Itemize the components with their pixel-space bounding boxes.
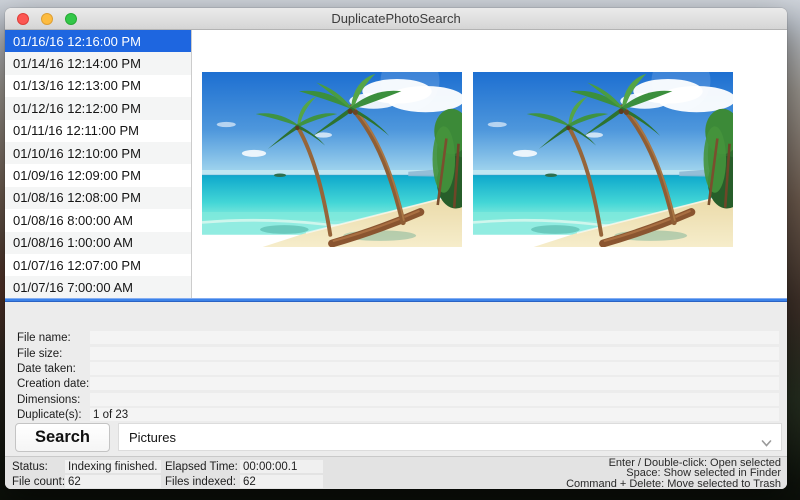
detail-value-field — [90, 393, 779, 406]
detail-value-field — [90, 362, 779, 375]
list-item[interactable]: 01/11/16 12:11:00 PM — [5, 120, 191, 142]
search-button[interactable]: Search — [15, 423, 110, 452]
detail-value-field — [90, 347, 779, 360]
duplicate-photo-left[interactable] — [202, 72, 462, 247]
list-item[interactable]: 01/12/16 12:12:00 PM — [5, 97, 191, 120]
elapsed-time-label: Elapsed Time: — [165, 460, 238, 473]
file-count-label: File count: — [12, 475, 66, 488]
list-item[interactable]: 01/07/16 12:07:00 PM — [5, 254, 191, 276]
detail-row-dimensions: Dimensions: — [17, 393, 779, 406]
files-indexed-value: 62 — [240, 475, 323, 488]
detail-row-creation-date: Creation date: — [17, 377, 779, 390]
detail-row-file-name: File name: — [17, 331, 779, 344]
list-item[interactable]: 01/14/16 12:14:00 PM — [5, 52, 191, 75]
status-value: Indexing finished. — [65, 460, 161, 473]
detail-label: Dimensions: — [17, 393, 81, 406]
detail-label: Creation date: — [17, 377, 90, 390]
keyboard-shortcuts-help: Enter / Double-click: Open selected Spac… — [566, 457, 781, 489]
list-item[interactable]: 01/16/16 12:16:00 PM — [5, 30, 191, 53]
list-item[interactable]: 01/08/16 1:00:00 AM — [5, 231, 191, 254]
list-item[interactable]: 01/10/16 12:10:00 PM — [5, 141, 191, 165]
desktop-wallpaper: DuplicatePhotoSearch 01/16/16 12:16:00 P… — [0, 0, 800, 500]
detail-label: Duplicate(s): — [17, 408, 82, 421]
close-button[interactable] — [17, 12, 29, 25]
minimize-button[interactable] — [41, 12, 53, 25]
duplicate-photo-right[interactable] — [473, 72, 733, 247]
detail-row-duplicates: Duplicate(s): 1 of 23 — [17, 408, 779, 421]
detail-value-field — [90, 331, 779, 344]
app-window: DuplicatePhotoSearch 01/16/16 12:16:00 P… — [5, 8, 787, 489]
list-item[interactable]: 01/13/16 12:13:00 PM — [5, 75, 191, 97]
traffic-lights — [17, 8, 77, 29]
list-item[interactable]: 01/07/16 7:00:00 AM — [5, 276, 191, 298]
folder-combobox-value: Pictures — [129, 429, 176, 445]
chevron-down-icon[interactable] — [761, 435, 772, 450]
list-item[interactable]: 01/09/16 12:09:00 PM — [5, 164, 191, 186]
detail-value-field: 1 of 23 — [90, 408, 779, 421]
duplicate-date-list[interactable]: 01/16/16 12:16:00 PM 01/14/16 12:14:00 P… — [5, 30, 192, 298]
title-bar[interactable]: DuplicatePhotoSearch — [5, 8, 787, 30]
list-item[interactable]: 01/08/16 8:00:00 AM — [5, 209, 191, 231]
status-bar: Status: Indexing finished. Elapsed Time:… — [5, 456, 787, 489]
detail-value-field — [90, 377, 779, 390]
window-title: DuplicatePhotoSearch — [331, 11, 461, 26]
shortcut-trash: Command + Delete: Move selected to Trash — [566, 477, 781, 489]
detail-row-date-taken: Date taken: — [17, 362, 779, 375]
list-item[interactable]: 01/08/16 12:08:00 PM — [5, 186, 191, 210]
detail-label: File size: — [17, 347, 63, 360]
detail-row-file-size: File size: — [17, 347, 779, 360]
detail-label: Date taken: — [17, 362, 76, 375]
files-indexed-label: Files indexed: — [165, 475, 236, 488]
zoom-button[interactable] — [65, 12, 77, 25]
details-panel: File name: File size: Date taken: Creati… — [5, 302, 787, 423]
main-area: 01/16/16 12:16:00 PM 01/14/16 12:14:00 P… — [5, 30, 787, 298]
status-label: Status: — [12, 460, 48, 473]
elapsed-time-value: 00:00:00.1 — [240, 460, 323, 473]
folder-combobox[interactable]: Pictures — [118, 423, 782, 451]
detail-label: File name: — [17, 331, 71, 344]
file-count-value: 62 — [65, 475, 161, 488]
